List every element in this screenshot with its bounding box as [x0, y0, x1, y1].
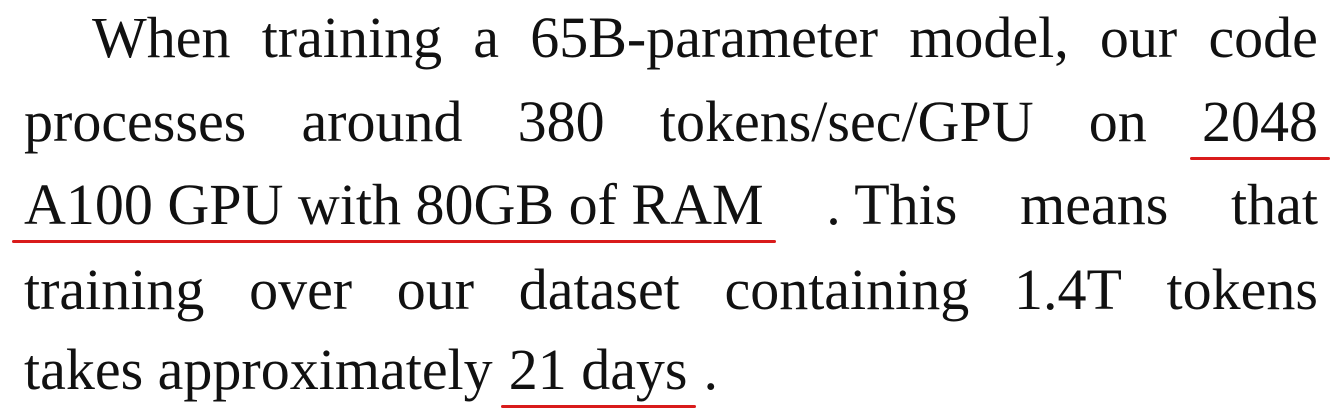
word: a — [473, 5, 500, 70]
paragraph-line-4: training over our dataset containing 1.4… — [24, 260, 1318, 320]
highlight-21-days: 21 days — [500, 337, 696, 408]
paragraph-line-5: takes approximately 21 days. — [24, 337, 734, 408]
line-prefix: takes approximately — [24, 337, 493, 402]
word: 380 — [517, 89, 605, 154]
paragraph-line-1: When training a 65B-parameter model, our… — [92, 8, 1318, 68]
line-suffix: . — [703, 337, 719, 402]
word: processes — [24, 89, 247, 154]
word: our — [1099, 5, 1178, 70]
word: means — [1020, 172, 1169, 237]
word: on — [1088, 89, 1147, 154]
word: model, — [909, 5, 1069, 70]
word: training — [261, 5, 443, 70]
word: containing — [724, 257, 970, 322]
word: 65B-parameter — [530, 5, 879, 70]
word: our — [396, 257, 475, 322]
word: dataset — [518, 257, 680, 322]
paper-excerpt: When training a 65B-parameter model, our… — [0, 0, 1342, 414]
word: tokens/sec/GPU — [659, 89, 1034, 154]
word: 1.4T — [1013, 257, 1122, 322]
word: around — [301, 89, 463, 154]
highlight-2048: 2048 — [1189, 89, 1330, 160]
word: that — [1231, 172, 1318, 237]
highlight-a100-gpu: A100 GPU with 80GB of RAM — [12, 172, 776, 243]
word: tokens — [1166, 257, 1318, 322]
word: over — [249, 257, 353, 322]
word: training — [24, 257, 205, 322]
paragraph-line-3: A100 GPU with 80GB of RAM . This means t… — [12, 172, 1318, 243]
word: . This — [826, 172, 958, 237]
paragraph-line-2: processes around 380 tokens/sec/GPU on 2… — [24, 89, 1330, 160]
word: code — [1208, 5, 1318, 70]
word: When — [92, 5, 231, 70]
